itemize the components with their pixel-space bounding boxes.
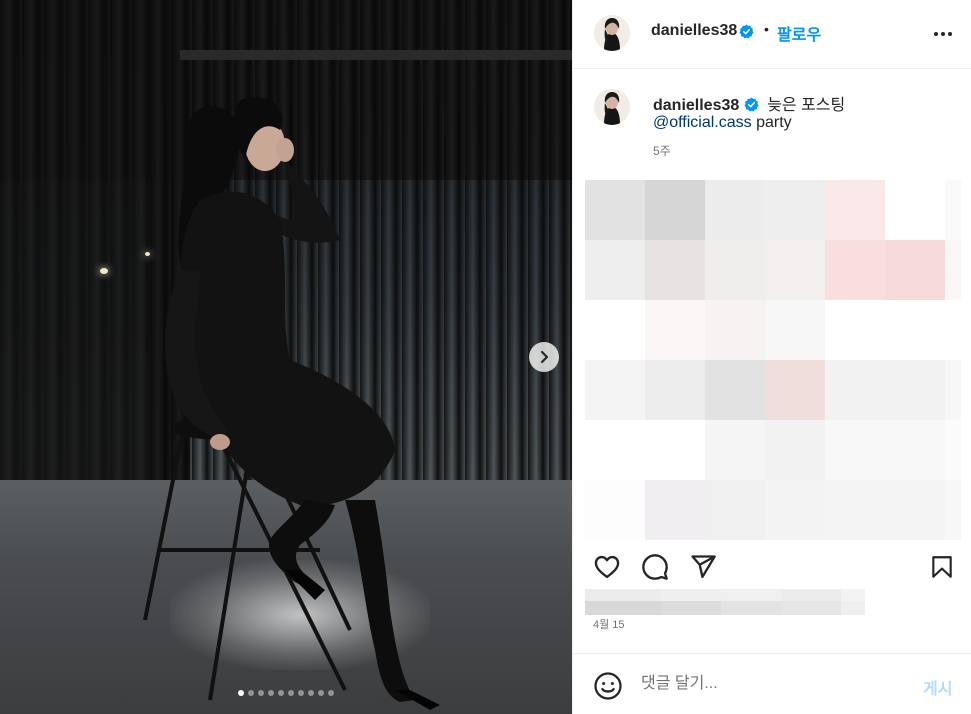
redacted-block — [585, 180, 645, 240]
redacted-block — [765, 360, 825, 420]
redacted-block — [885, 420, 945, 480]
redacted-block — [825, 300, 885, 360]
chevron-right-icon — [540, 350, 549, 364]
redacted-block — [765, 300, 825, 360]
redacted-block — [585, 300, 645, 360]
post-details-panel: danielles38 • 팔로우 danielles38 늦은 포스팅 @of… — [572, 0, 971, 714]
redacted-block — [765, 420, 825, 480]
emoji-smile-icon[interactable] — [593, 671, 623, 701]
caption-username-link[interactable]: danielles38 — [653, 97, 739, 114]
post-comment-button[interactable]: 게시 — [923, 675, 952, 699]
post-date[interactable]: 4월 15 — [593, 616, 625, 632]
caption-text: 늦은 포스팅 — [767, 97, 846, 114]
redacted-block — [825, 180, 885, 240]
carousel-dot — [258, 690, 264, 696]
redacted-block — [705, 480, 765, 540]
post-photo[interactable] — [0, 0, 572, 714]
redacted-block — [645, 300, 705, 360]
carousel-next-button[interactable] — [529, 342, 559, 372]
redacted-block — [705, 360, 765, 420]
avatar[interactable] — [594, 15, 630, 51]
redacted-block — [645, 360, 705, 420]
comment-input[interactable] — [641, 672, 911, 696]
redacted-block — [945, 480, 961, 540]
redacted-block — [781, 601, 841, 615]
redacted-block — [661, 601, 721, 615]
redacted-block — [825, 420, 885, 480]
caption: danielles38 늦은 포스팅 — [653, 91, 845, 115]
redacted-block — [825, 480, 885, 540]
likes-count-redacted — [585, 589, 865, 617]
post-header: danielles38 • 팔로우 — [573, 0, 971, 69]
redacted-block — [825, 360, 885, 420]
redacted-block — [585, 360, 645, 420]
redacted-block — [705, 180, 765, 240]
carousel-dot — [298, 690, 304, 696]
carousel-dot — [288, 690, 294, 696]
verified-badge-icon — [739, 24, 754, 39]
caption-second-line: @official.cass party — [653, 114, 792, 132]
carousel-dot — [318, 690, 324, 696]
bookmark-icon[interactable] — [929, 553, 955, 581]
action-bar — [573, 540, 971, 590]
separator-dot: • — [764, 21, 769, 37]
redacted-block — [825, 240, 885, 300]
verified-badge-icon — [744, 97, 759, 112]
carousel-dot — [278, 690, 284, 696]
redacted-block — [645, 180, 705, 240]
distant-light — [100, 268, 108, 274]
carousel-dot — [328, 690, 334, 696]
follow-button[interactable]: 팔로우 — [777, 21, 821, 45]
curtain-rail — [180, 50, 572, 60]
redacted-block — [585, 240, 645, 300]
woman-on-stool-figure — [143, 97, 440, 710]
redacted-block — [585, 601, 661, 615]
redacted-block — [945, 360, 961, 420]
redacted-block — [885, 480, 945, 540]
heart-icon[interactable] — [593, 553, 621, 581]
redacted-block — [721, 601, 781, 615]
carousel-dot — [238, 690, 244, 696]
redacted-block — [945, 240, 961, 300]
redacted-block — [585, 420, 645, 480]
carousel-indicator — [0, 690, 572, 696]
more-options-icon[interactable] — [931, 22, 955, 46]
redacted-block — [645, 240, 705, 300]
redacted-block — [945, 420, 961, 480]
username-link[interactable]: danielles38 — [651, 22, 737, 40]
caption-timestamp[interactable]: 5주 — [653, 142, 671, 159]
redacted-block — [945, 300, 961, 360]
redacted-block — [705, 300, 765, 360]
redacted-block — [585, 480, 645, 540]
redacted-block — [645, 420, 705, 480]
paper-plane-icon[interactable] — [689, 553, 717, 581]
avatar[interactable] — [594, 89, 630, 125]
redacted-block — [645, 480, 705, 540]
redacted-block — [765, 240, 825, 300]
mention-link[interactable]: @official.cass — [653, 114, 752, 131]
redacted-block — [841, 601, 865, 615]
redacted-block — [885, 360, 945, 420]
redacted-block — [885, 180, 945, 240]
redacted-block — [885, 240, 945, 300]
caption-suffix: party — [751, 114, 792, 131]
comment-bubble-icon[interactable] — [641, 553, 669, 581]
redacted-block — [945, 180, 961, 240]
carousel-dot — [248, 690, 254, 696]
profile-picture — [594, 15, 630, 51]
redacted-block — [765, 180, 825, 240]
redacted-block — [705, 240, 765, 300]
profile-picture — [594, 89, 630, 125]
redacted-block — [705, 420, 765, 480]
comments-list-redacted — [585, 180, 961, 540]
carousel-dot — [268, 690, 274, 696]
comment-form: 게시 — [573, 653, 971, 714]
redacted-block — [765, 480, 825, 540]
redacted-block — [885, 300, 945, 360]
carousel-dot — [308, 690, 314, 696]
